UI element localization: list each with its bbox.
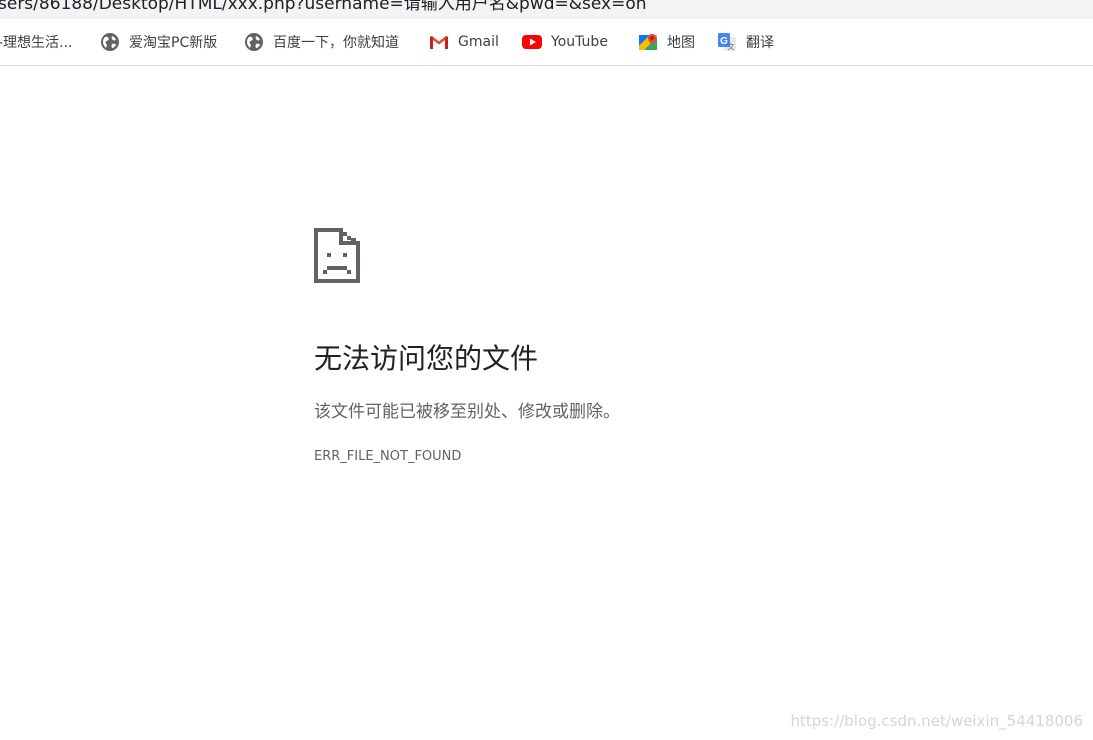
maps-icon: [638, 32, 658, 52]
bookmark-gmail[interactable]: Gmail: [429, 31, 499, 53]
globe-icon: [244, 32, 264, 52]
error-description: 该文件可能已被移至别处、修改或删除。: [314, 402, 620, 422]
bookmark-maps[interactable]: 地图: [638, 31, 695, 53]
bookmark-baidu[interactable]: 百度一下，你就知道: [244, 31, 399, 53]
bookmark-label: YouTube: [551, 34, 608, 50]
bookmark-label: 爱淘宝PC新版: [129, 35, 218, 51]
youtube-icon: [522, 32, 542, 52]
gmail-icon: [429, 32, 449, 52]
address-bar[interactable]: sers/86188/Desktop/HTML/xxx.php?username…: [0, 0, 1093, 19]
bookmark-label: 翻译: [746, 35, 774, 51]
bookmark-aitaobao[interactable]: 爱淘宝PC新版: [100, 31, 217, 53]
watermark: https://blog.csdn.net/weixin_54418006: [790, 712, 1083, 730]
bookmark-label: 百度一下，你就知道: [273, 35, 399, 51]
svg-text:文: 文: [728, 42, 735, 51]
url-text[interactable]: sers/86188/Desktop/HTML/xxx.php?username…: [0, 0, 647, 16]
bookmarks-bar: -理想生活... 爱淘宝PC新版 百度一下，你就知道 Gmail YouTube…: [0, 19, 1093, 66]
bookmark-label: 地图: [667, 35, 695, 51]
globe-icon: [100, 32, 120, 52]
sad-file-icon: [314, 228, 360, 287]
bookmark-lixiang[interactable]: -理想生活...: [0, 31, 72, 53]
bookmark-youtube[interactable]: YouTube: [522, 31, 608, 53]
error-title: 无法访问您的文件: [314, 342, 539, 375]
bookmark-label: -理想生活...: [0, 35, 73, 51]
bookmark-translate[interactable]: G 文 翻译: [717, 31, 774, 53]
error-code: ERR_FILE_NOT_FOUND: [314, 449, 462, 464]
bookmark-label: Gmail: [458, 34, 499, 50]
translate-icon: G 文: [717, 32, 737, 52]
